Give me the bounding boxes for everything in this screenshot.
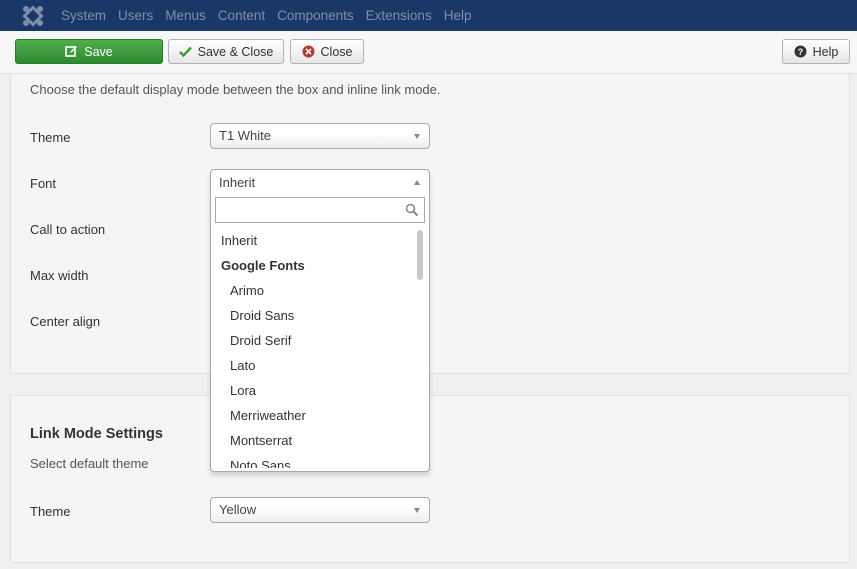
- save-close-label: Save & Close: [197, 44, 274, 59]
- font-select-dropdown[interactable]: Inherit Inherit Google Fonts Arimo Droid Sa…: [210, 169, 430, 472]
- center-align-label: Center align: [30, 314, 101, 329]
- font-search-input[interactable]: [220, 199, 400, 221]
- joomla-logo-icon[interactable]: [22, 5, 44, 27]
- box-settings-panel: [10, 74, 850, 374]
- question-circle-icon: ?: [794, 45, 807, 58]
- font-select-value: Inherit: [219, 175, 256, 190]
- close-button[interactable]: Close: [290, 39, 364, 64]
- toolbar: Save Save & Close Close ? Help: [0, 31, 857, 74]
- font-option[interactable]: Droid Sans: [211, 303, 417, 328]
- main-menu: System Users Menus Content Components Ex…: [61, 0, 483, 31]
- font-search-field[interactable]: [215, 197, 425, 223]
- close-label: Close: [320, 44, 353, 59]
- menu-item-users[interactable]: Users: [118, 8, 153, 23]
- top-navbar: System Users Menus Content Components Ex…: [0, 0, 857, 31]
- font-option[interactable]: Noto Sans: [211, 453, 417, 468]
- menu-item-content[interactable]: Content: [218, 8, 265, 23]
- chevron-up-icon: [414, 180, 420, 185]
- box-settings-description: Choose the default display mode between …: [30, 82, 441, 97]
- save-label: Save: [84, 44, 113, 59]
- save-button[interactable]: Save: [15, 39, 163, 64]
- font-options-list: Inherit Google Fonts Arimo Droid Sans Droid …: [211, 228, 417, 468]
- link-theme-select-value: Yellow: [219, 502, 257, 517]
- cancel-circle-icon: [302, 45, 315, 58]
- font-select[interactable]: Inherit: [211, 170, 429, 196]
- font-option[interactable]: Merriweather: [211, 403, 417, 428]
- font-option[interactable]: Lora: [211, 378, 417, 403]
- font-option[interactable]: Droid Serif: [211, 328, 417, 353]
- search-icon: [405, 203, 419, 217]
- link-theme-select[interactable]: Yellow: [210, 497, 430, 523]
- font-option[interactable]: Lato: [211, 353, 417, 378]
- menu-item-system[interactable]: System: [61, 8, 106, 23]
- help-button[interactable]: ? Help: [782, 39, 850, 64]
- theme-select-value: T1 White: [219, 128, 272, 143]
- link-mode-panel: [10, 395, 850, 563]
- link-mode-heading: Link Mode Settings: [30, 426, 163, 442]
- link-mode-description: Select default theme: [30, 456, 149, 471]
- theme-select[interactable]: T1 White: [210, 123, 430, 149]
- menu-item-extensions[interactable]: Extensions: [366, 8, 432, 23]
- menu-item-components[interactable]: Components: [277, 8, 354, 23]
- svg-text:?: ?: [797, 47, 803, 57]
- font-option[interactable]: Arimo: [211, 278, 417, 303]
- edit-icon: [65, 46, 78, 57]
- chevron-down-icon: [414, 134, 420, 139]
- chevron-down-icon: [414, 508, 420, 513]
- option-group-label: Google Fonts: [221, 258, 305, 273]
- font-option[interactable]: Montserrat: [211, 428, 417, 453]
- font-label: Font: [30, 176, 57, 191]
- link-theme-label: Theme: [30, 504, 71, 519]
- theme-label: Theme: [30, 130, 71, 145]
- menu-item-help[interactable]: Help: [444, 8, 472, 23]
- check-icon: [178, 46, 192, 58]
- call-to-action-label: Call to action: [30, 222, 106, 237]
- save-close-button[interactable]: Save & Close: [168, 39, 284, 64]
- font-option[interactable]: Inherit: [211, 228, 417, 253]
- menu-item-menus[interactable]: Menus: [165, 8, 206, 23]
- max-width-label: Max width: [30, 268, 89, 283]
- dropdown-scrollbar[interactable]: [417, 230, 423, 280]
- help-label: Help: [812, 44, 839, 59]
